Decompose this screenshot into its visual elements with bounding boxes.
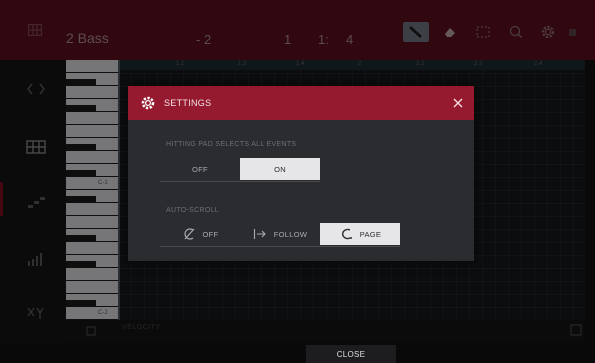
settings-dialog: SETTINGS HITTING PAD SELECTS ALL EVENTS …: [128, 86, 474, 261]
auto-scroll-label: AUTO-SCROLL: [166, 207, 219, 214]
divider: [160, 181, 320, 182]
dialog-title: SETTINGS: [164, 98, 212, 108]
auto-scroll-off-button[interactable]: OFF: [160, 223, 240, 245]
follow-arrow-icon: [253, 229, 266, 239]
footer-bar: [0, 345, 595, 363]
hitting-pad-on-label: ON: [274, 164, 286, 174]
no-scroll-icon: [183, 228, 194, 240]
auto-scroll-page-button[interactable]: PAGE: [320, 223, 400, 245]
gear-icon: [141, 96, 155, 110]
hitting-pad-off-button[interactable]: OFF: [160, 158, 240, 180]
auto-scroll-follow-button[interactable]: FOLLOW: [240, 223, 320, 245]
auto-scroll-follow-label: FOLLOW: [273, 229, 308, 239]
hitting-pad-label: HITTING PAD SELECTS ALL EVENTS: [166, 141, 297, 148]
dialog-header: SETTINGS: [128, 86, 474, 120]
auto-scroll-off-label: OFF: [202, 229, 219, 239]
hitting-pad-on-button[interactable]: ON: [240, 158, 320, 180]
auto-scroll-page-label: PAGE: [359, 229, 382, 239]
close-button[interactable]: CLOSE: [306, 345, 396, 363]
hitting-pad-off-label: OFF: [192, 164, 208, 174]
page-icon: [341, 228, 352, 240]
close-icon[interactable]: [450, 95, 466, 111]
divider: [160, 246, 400, 247]
